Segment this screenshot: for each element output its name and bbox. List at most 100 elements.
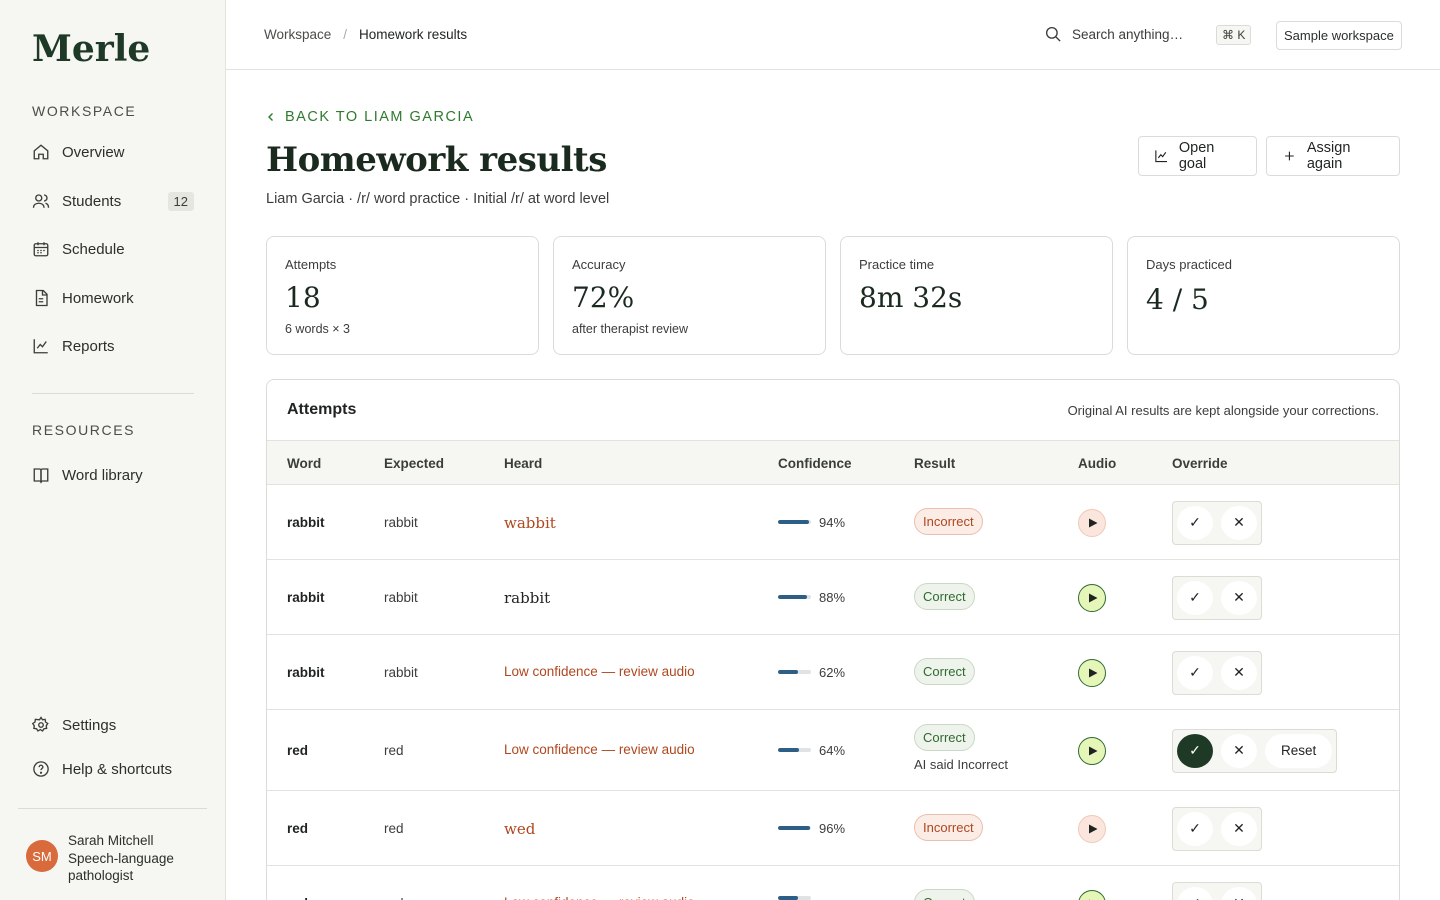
confidence-cell: 62%	[778, 665, 845, 680]
sidebar-item-word-library[interactable]: Word library	[32, 460, 194, 490]
stat-label: Attempts	[285, 257, 337, 272]
search-input[interactable]: Search anything…	[1044, 25, 1183, 43]
breadcrumb-current: Homework results	[359, 27, 468, 42]
stat-note: 6 words × 3	[285, 322, 350, 336]
override-reject-button[interactable]: ✕	[1221, 811, 1257, 846]
override-reject-button[interactable]: ✕	[1221, 505, 1257, 540]
confidence-value: 88%	[819, 589, 846, 605]
override-accept-button[interactable]: ✓	[1177, 811, 1213, 846]
play-icon	[1089, 518, 1098, 527]
heard-cell: wabbit	[504, 513, 556, 532]
sidebar-item-settings[interactable]: Settings	[32, 710, 194, 740]
override-accept-button[interactable]: ✓	[1177, 580, 1213, 615]
calendar-icon	[32, 240, 50, 258]
word-cell: rabbit	[287, 514, 325, 530]
sidebar-item-schedule[interactable]: Schedule	[32, 234, 194, 264]
sidebar-item-help[interactable]: Help & shortcuts	[32, 754, 194, 784]
sidebar-item-label: Word library	[62, 466, 143, 484]
user-role: Speech-language pathologist	[68, 850, 174, 884]
confidence-cell: 94%	[778, 515, 845, 530]
play-icon	[1089, 668, 1098, 677]
table-row: rabbit rabbit wabbit 94% Incorrect ✓ ✕	[267, 485, 1399, 560]
table-header: Word Expected Heard Confidence Result Au…	[267, 440, 1399, 485]
play-audio-button[interactable]	[1078, 814, 1106, 843]
workspace-switcher-button[interactable]: Sample workspace	[1276, 21, 1402, 50]
override-accept-button[interactable]: ✓	[1177, 655, 1213, 690]
sidebar-item-label: Help & shortcuts	[62, 760, 173, 778]
user-profile[interactable]: SM Sarah Mitchell Speech-language pathol…	[26, 832, 188, 885]
override-control: ✓✕	[1172, 650, 1262, 695]
result-cell: Correct	[914, 657, 975, 685]
override-accept-button[interactable]: ✓	[1177, 886, 1213, 900]
stat-label: Days practiced	[1146, 257, 1232, 272]
ai-original-result: AI said Incorrect	[914, 757, 1008, 772]
stat-card-days-practiced: Days practiced 4 / 5	[1127, 236, 1400, 355]
heard-cell: wed	[504, 819, 536, 838]
play-icon	[1089, 824, 1098, 833]
play-audio-button[interactable]	[1078, 583, 1106, 612]
breadcrumb-workspace[interactable]: Workspace	[264, 27, 331, 42]
app-logo[interactable]: Merle	[32, 28, 150, 70]
override-reject-button[interactable]: ✕	[1221, 733, 1257, 768]
override-reject-button[interactable]: ✕	[1221, 580, 1257, 615]
confidence-bar	[778, 748, 811, 752]
word-cell: red	[287, 742, 309, 758]
file-icon	[32, 289, 50, 307]
play-icon	[1089, 593, 1098, 602]
play-icon	[1089, 746, 1098, 755]
override-control: ✓✕	[1172, 575, 1262, 620]
play-audio-button[interactable]	[1078, 889, 1106, 900]
stat-card-practice-time: Practice time 8m 32s	[840, 236, 1113, 355]
confidence-bar	[778, 595, 811, 599]
play-audio-button[interactable]	[1078, 658, 1106, 687]
sidebar-item-homework[interactable]: Homework	[32, 283, 194, 313]
topbar: Workspace / Homework results Search anyt…	[226, 0, 1440, 70]
sidebar-item-label: Reports	[62, 337, 115, 355]
sidebar-item-students[interactable]: Students 12	[32, 186, 194, 216]
back-link-label: BACK TO LIAM GARCIA	[285, 109, 475, 125]
override-accept-button[interactable]: ✓	[1177, 505, 1213, 540]
column-header-audio: Audio	[1078, 456, 1117, 471]
avatar: SM	[26, 840, 58, 872]
back-link[interactable]: BACK TO LIAM GARCIA	[266, 109, 474, 125]
page-subtitle: Liam Garcia · /r/ word practice · Initia…	[266, 191, 610, 207]
user-name: Sarah Mitchell	[68, 833, 154, 848]
assign-again-button[interactable]: Assign again	[1266, 136, 1400, 176]
result-cell: Correct AI said Incorrect	[914, 724, 1008, 772]
breadcrumb: Workspace / Homework results	[264, 27, 467, 42]
override-reject-button[interactable]: ✕	[1221, 655, 1257, 690]
open-goal-button[interactable]: Open goal	[1138, 136, 1257, 176]
users-icon	[32, 192, 50, 210]
table-row: red red wed 96% Incorrect ✓ ✕	[267, 791, 1399, 866]
sidebar-item-overview[interactable]: Overview	[32, 137, 194, 167]
heard-cell: rabbit	[504, 588, 551, 607]
status-badge: Incorrect	[914, 813, 983, 841]
override-reset-button[interactable]: Reset	[1265, 733, 1333, 768]
play-audio-button[interactable]	[1078, 508, 1106, 537]
breadcrumb-separator: /	[343, 27, 348, 42]
play-audio-button[interactable]	[1078, 736, 1106, 765]
confidence-cell: 88%	[778, 590, 845, 605]
table-row: red red Low confidence — review audio 64% Co…	[267, 710, 1399, 791]
confidence-value: 62%	[819, 664, 846, 680]
sidebar-item-reports[interactable]: Reports	[32, 331, 194, 361]
stat-value: 72%	[572, 281, 635, 314]
confidence-bar	[778, 826, 811, 830]
gear-icon	[32, 716, 50, 734]
expected-cell: red	[384, 820, 404, 836]
result-cell: Correct	[914, 582, 975, 610]
chart-icon	[32, 337, 50, 355]
stat-note: after therapist review	[572, 322, 689, 336]
word-cell: red	[287, 820, 309, 836]
override-control: ✓✕	[1172, 806, 1262, 851]
open-goal-label: Open goal	[1178, 140, 1215, 172]
column-header-override: Override	[1172, 456, 1228, 471]
workspace-section-label: WORKSPACE	[32, 103, 137, 119]
heard-cell: Low confidence — review audio	[504, 663, 695, 679]
confidence-bar-fill	[778, 595, 808, 599]
stat-card-accuracy: Accuracy 72% after therapist review	[553, 236, 826, 355]
override-reject-button[interactable]: ✕	[1221, 886, 1257, 900]
home-icon	[32, 143, 50, 161]
override-accept-button[interactable]: ✓	[1177, 733, 1213, 768]
sidebar-divider	[18, 808, 207, 809]
